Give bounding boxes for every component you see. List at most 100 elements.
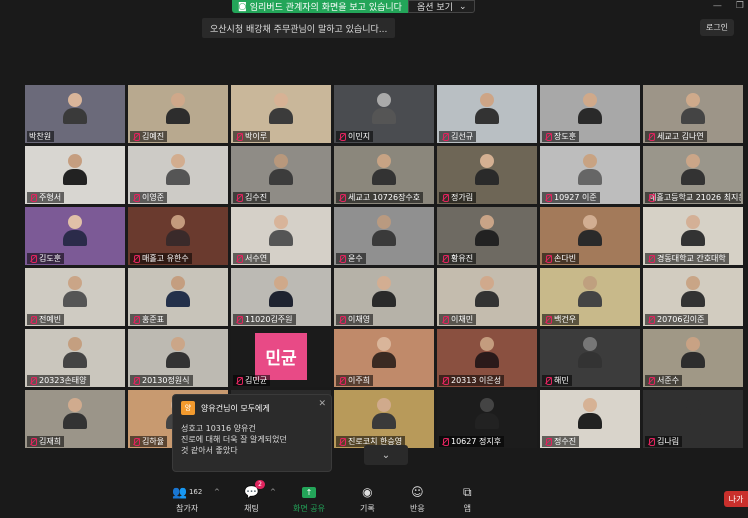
share-status: ◙ 임리버드 관계자의 화면을 보고 있습니다: [232, 0, 408, 13]
share-screen-button[interactable]: ↑ 화면 공유: [293, 483, 325, 514]
participant-name: 서수연: [245, 254, 268, 263]
participant-silhouette: [578, 93, 602, 124]
close-icon[interactable]: ✕: [318, 399, 326, 409]
participant-silhouette: [681, 337, 705, 368]
participant-name: 이채민: [451, 315, 474, 324]
participant-name: 김수진: [245, 193, 268, 202]
mic-muted-icon: [235, 132, 243, 141]
participant-name: 이주희: [348, 376, 371, 385]
participant-tile[interactable]: 이영준: [128, 146, 228, 204]
share-banner: ◙ 임리버드 관계자의 화면을 보고 있습니다 옵션 보기 ⌄: [232, 0, 476, 13]
participant-name: 세교고 10726장수호: [348, 193, 421, 202]
participant-tile[interactable]: 전예빈: [25, 268, 125, 326]
scroll-down-button[interactable]: ⌄: [364, 445, 408, 465]
participant-silhouette: [63, 337, 87, 368]
participant-tile[interactable]: 홍준표: [128, 268, 228, 326]
participant-name-tag: 홍준표: [130, 314, 168, 325]
meeting-toolbar: 👥 162 참가자 ^ 💬 2 채팅 ^ ↑ 화면 공유 ◉ 기록 ☺ 반응 ⧉ 앱…: [0, 478, 748, 518]
share-screen-icon-wrap: ↑: [301, 483, 316, 501]
mic-muted-icon: [441, 254, 449, 263]
participant-name-tag: 윤수: [336, 253, 366, 264]
record-button[interactable]: ◉ 기록: [360, 483, 375, 514]
chat-button[interactable]: 💬 2 채팅: [244, 480, 265, 514]
apps-button[interactable]: ⧉ 앱: [463, 483, 472, 514]
participant-name: 해민: [554, 376, 569, 385]
participant-name: 매홀고 유한수: [142, 254, 189, 263]
mic-muted-icon: [544, 193, 552, 202]
participant-tile[interactable]: 이민지: [334, 85, 434, 143]
participant-silhouette: [372, 337, 396, 368]
chevron-up-icon[interactable]: ^: [214, 488, 220, 496]
participants-button[interactable]: 👥 162 참가자: [172, 483, 202, 514]
participant-name: 박이루: [245, 132, 268, 141]
participant-silhouette: [681, 154, 705, 185]
participant-name-tag: 박이루: [233, 131, 271, 142]
participant-tile[interactable]: 20323손태양: [25, 329, 125, 387]
participant-tile[interactable]: 세교고 10726장수호: [334, 146, 434, 204]
login-button[interactable]: 로그인: [699, 19, 734, 36]
participant-tile[interactable]: 윤수: [334, 207, 434, 265]
participant-silhouette: [269, 215, 293, 246]
participant-tile[interactable]: 이주희: [334, 329, 434, 387]
view-options-button[interactable]: 옵션 보기 ⌄: [407, 0, 476, 13]
participant-tile[interactable]: 경동대학교 간호대학: [643, 207, 743, 265]
participant-name: 박찬원: [29, 132, 52, 141]
participant-tile[interactable]: 김도훈: [25, 207, 125, 265]
participant-tile[interactable]: 김재희: [25, 390, 125, 448]
participant-tile[interactable]: 백건우: [540, 268, 640, 326]
participant-tile[interactable]: 이채영: [334, 268, 434, 326]
participant-tile[interactable]: 매홀고등학교 21026 최지운: [643, 146, 743, 204]
participant-name-avatar: 민균: [255, 333, 307, 380]
participant-tile[interactable]: 김예진: [128, 85, 228, 143]
participant-tile[interactable]: 10927 이준: [540, 146, 640, 204]
participant-name-tag: 10627 정지후: [439, 436, 505, 447]
participant-tile[interactable]: 황유진: [437, 207, 537, 265]
chat-badge: 2: [255, 480, 265, 489]
participant-tile[interactable]: 정수진: [540, 390, 640, 448]
participant-tile[interactable]: 주형서: [25, 146, 125, 204]
participant-tile[interactable]: 박이루: [231, 85, 331, 143]
participant-tile[interactable]: 20706김이준: [643, 268, 743, 326]
participant-tile[interactable]: 세교고 김나연: [643, 85, 743, 143]
chat-sender-avatar: 양: [181, 401, 195, 415]
participant-tile[interactable]: 손다빈: [540, 207, 640, 265]
participant-tile[interactable]: 20130정원식: [128, 329, 228, 387]
participant-tile[interactable]: 10627 정지후: [437, 390, 537, 448]
participant-tile[interactable]: 민균 김민균: [231, 329, 331, 387]
participant-tile[interactable]: 김수진: [231, 146, 331, 204]
chat-message-line: 성호고 10316 양유건: [181, 424, 256, 433]
participant-tile[interactable]: 서수연: [231, 207, 331, 265]
mic-muted-icon: [544, 315, 552, 324]
participant-name-tag: 백건우: [542, 314, 580, 325]
participant-tile[interactable]: 김선규: [437, 85, 537, 143]
participant-tile[interactable]: 정가림: [437, 146, 537, 204]
participant-tile[interactable]: 서준수: [643, 329, 743, 387]
participant-silhouette: [578, 276, 602, 307]
participant-name-tag: 전예빈: [27, 314, 65, 325]
participant-tile[interactable]: 진로코치 한승영: [334, 390, 434, 448]
reactions-button[interactable]: ☺ 반응: [410, 483, 425, 514]
chevron-up-icon[interactable]: ^: [270, 488, 276, 496]
participant-tile[interactable]: 20313 이은성: [437, 329, 537, 387]
participant-tile[interactable]: 이채민: [437, 268, 537, 326]
participant-silhouette: [166, 276, 190, 307]
participant-silhouette: [166, 337, 190, 368]
participant-silhouette: [372, 154, 396, 185]
participant-tile[interactable]: 박찬원: [25, 85, 125, 143]
chat-notification-header: 양 양유건님이 모두에게: [181, 401, 323, 415]
restore-icon[interactable]: ❐: [736, 1, 744, 11]
minimize-icon[interactable]: —: [713, 1, 722, 11]
leave-button[interactable]: 나가: [724, 491, 748, 507]
participant-tile[interactable]: 매홀고 유한수: [128, 207, 228, 265]
mic-muted-icon: [29, 437, 37, 446]
participant-name: 20130정원식: [142, 376, 190, 385]
mic-muted-icon: [338, 437, 346, 446]
chat-notification[interactable]: 양 양유건님이 모두에게 ✕ 성호고 10316 양유건 진로에 대해 더욱 잘…: [172, 394, 332, 472]
participant-tile[interactable]: 김나림: [643, 390, 743, 448]
participant-name: 윤수: [348, 254, 363, 263]
participant-name-tag: 해민: [542, 375, 572, 386]
participant-tile[interactable]: 11020김주원: [231, 268, 331, 326]
participant-tile[interactable]: 장도훈: [540, 85, 640, 143]
participant-name-tag: 장도훈: [542, 131, 580, 142]
participant-tile[interactable]: 해민: [540, 329, 640, 387]
